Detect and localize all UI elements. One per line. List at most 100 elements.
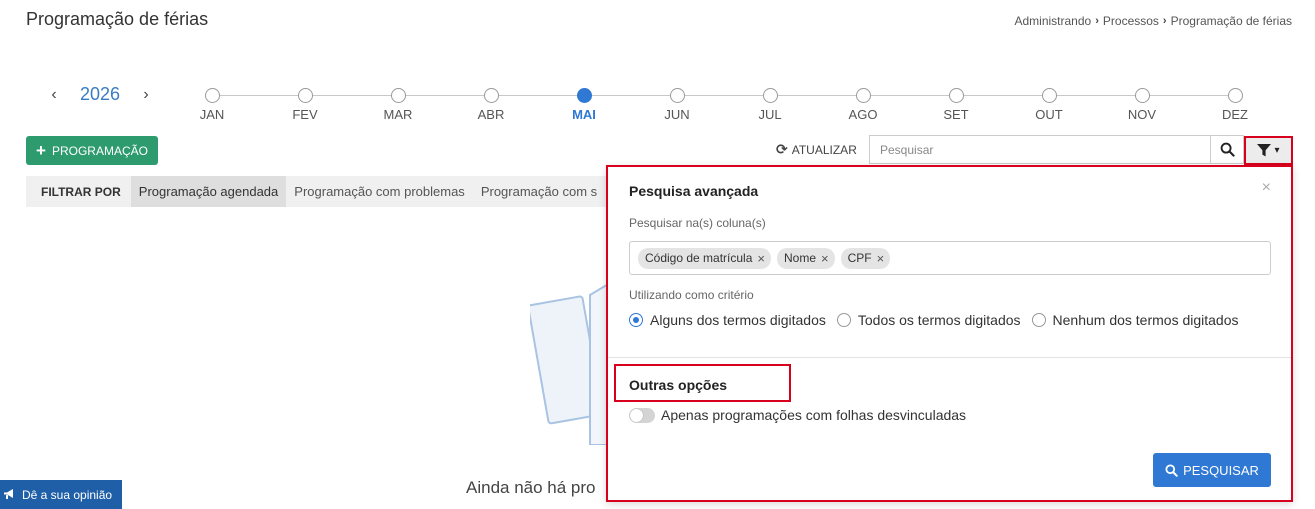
chevron-right-icon: › (1162, 15, 1167, 27)
month-dot (669, 88, 685, 103)
add-schedule-label: PROGRAMAÇÃO (51, 143, 148, 158)
breadcrumb-item[interactable]: Processos (1103, 14, 1159, 28)
month-label: OUT (1035, 107, 1063, 122)
column-tag: CPF × (840, 247, 891, 269)
unlinked-sheets-option: Apenas programações com folhas desvincul… (629, 407, 966, 423)
search-box (869, 135, 1244, 164)
refresh-button[interactable]: ⟳ ATUALIZAR (776, 141, 857, 158)
month-label: FEV (292, 107, 318, 122)
filter-chip-problems[interactable]: Programação com problemas (286, 176, 473, 207)
month-label: JUL (758, 107, 782, 122)
columns-tag-input[interactable]: Código de matrícula × Nome × CPF × (629, 241, 1271, 275)
year-navigator: ‹ 2026 › (44, 84, 156, 105)
columns-label: Pesquisar na(s) coluna(s) (629, 216, 766, 230)
search-icon (1165, 463, 1178, 477)
advanced-filter-button[interactable]: ▾ (1244, 136, 1293, 165)
timeline-line (212, 95, 1236, 96)
column-tag-label: CPF (847, 251, 872, 265)
month-nov[interactable]: NOV (1112, 88, 1172, 122)
month-dot (948, 88, 964, 103)
advanced-search-submit-button[interactable]: PESQUISAR (1153, 453, 1271, 487)
feedback-label: Dê a sua opinião (22, 487, 113, 502)
column-tag: Nome × (776, 247, 835, 269)
toggle-label: Apenas programações com folhas desvincul… (661, 407, 967, 423)
month-label: MAR (383, 107, 413, 122)
next-year-button[interactable]: › (136, 86, 156, 104)
unlinked-sheets-toggle[interactable] (629, 407, 655, 423)
radio-all-terms[interactable]: Todos os termos digitados (836, 312, 1021, 328)
breadcrumb-item: Programação de férias (1170, 14, 1292, 28)
month-dot (1227, 88, 1243, 103)
prev-year-button[interactable]: ‹ (44, 86, 64, 104)
feedback-button[interactable]: Dê a sua opinião (0, 480, 122, 509)
radio-label: Nenhum dos termos digitados (1052, 312, 1239, 328)
radio-circle (1031, 313, 1046, 327)
chevron-down-icon: ▾ (1274, 145, 1280, 156)
breadcrumb: Administrando › Processos › Programação … (1015, 14, 1293, 28)
panel-divider (608, 357, 1291, 358)
month-label: JAN (199, 107, 225, 122)
month-oct[interactable]: OUT (1019, 88, 1079, 122)
refresh-icon: ⟳ (776, 141, 788, 157)
advanced-search-submit-label: PESQUISAR (1183, 462, 1259, 478)
column-tag-label: Nome (783, 251, 816, 265)
month-dot (1041, 88, 1057, 103)
filter-chip-scheduled[interactable]: Programação agendada (130, 176, 287, 207)
filter-icon (1257, 144, 1272, 157)
month-dot (204, 88, 220, 103)
month-timeline: JAN FEV MAR ABR MAI JUN JUL AGO SET OUT … (200, 88, 1248, 128)
column-tag-label: Código de matrícula (645, 251, 753, 265)
advanced-search-panel: Pesquisa avançada × Pesquisar na(s) colu… (606, 165, 1293, 502)
radio-circle (836, 313, 851, 327)
month-jul[interactable]: JUL (740, 88, 800, 122)
empty-state-message: Ainda não há pro (466, 478, 596, 497)
month-label: SET (943, 107, 969, 122)
chevron-right-icon: › (1095, 15, 1099, 27)
radio-none-terms[interactable]: Nenhum dos termos digitados (1031, 312, 1239, 328)
plus-icon: + (36, 141, 46, 160)
month-dot (762, 88, 778, 103)
filter-bar: FILTRAR POR Programação agendada Program… (26, 176, 616, 207)
month-sep[interactable]: SET (926, 88, 986, 122)
month-dot (297, 88, 313, 103)
search-icon (1220, 142, 1235, 157)
month-label: JUN (664, 107, 690, 122)
add-schedule-button[interactable]: + PROGRAMAÇÃO (26, 136, 158, 165)
year-label: 2026 (80, 84, 121, 104)
close-icon[interactable]: × (1262, 179, 1271, 197)
remove-tag-icon[interactable]: × (821, 251, 829, 266)
month-may[interactable]: MAI (554, 88, 614, 122)
month-dec[interactable]: DEZ (1205, 88, 1265, 122)
radio-label: Todos os termos digitados (857, 312, 1021, 328)
month-feb[interactable]: FEV (275, 88, 335, 122)
radio-label: Alguns dos termos digitados (650, 312, 826, 328)
refresh-label: ATUALIZAR (791, 142, 857, 157)
month-mar[interactable]: MAR (368, 88, 428, 122)
month-label: DEZ (1222, 107, 1248, 122)
month-label: MAI (572, 107, 596, 122)
month-dot (855, 88, 871, 103)
search-button[interactable] (1210, 136, 1243, 163)
megaphone-icon (4, 489, 13, 499)
month-jan[interactable]: JAN (182, 88, 242, 122)
criteria-label: Utilizando como critério (629, 288, 754, 302)
radio-circle (629, 313, 643, 327)
filter-chip-other[interactable]: Programação com s (473, 176, 605, 207)
criteria-radio-group: Alguns dos termos digitados Todos os ter… (629, 312, 1239, 328)
month-label: ABR (477, 107, 505, 122)
advanced-search-title: Pesquisa avançada (629, 183, 759, 199)
column-tag: Código de matrícula × (638, 247, 771, 269)
radio-some-terms[interactable]: Alguns dos termos digitados (629, 312, 826, 328)
month-label: NOV (1127, 107, 1157, 122)
page-title: Programação de férias (26, 9, 209, 29)
month-dot (483, 88, 499, 103)
breadcrumb-item[interactable]: Administrando (1015, 14, 1092, 28)
month-dot (390, 88, 406, 103)
search-input[interactable] (870, 136, 1210, 163)
remove-tag-icon[interactable]: × (877, 251, 885, 266)
month-dot (1134, 88, 1150, 103)
month-apr[interactable]: ABR (461, 88, 521, 122)
month-aug[interactable]: AGO (833, 88, 893, 122)
remove-tag-icon[interactable]: × (757, 251, 765, 266)
month-jun[interactable]: JUN (647, 88, 707, 122)
